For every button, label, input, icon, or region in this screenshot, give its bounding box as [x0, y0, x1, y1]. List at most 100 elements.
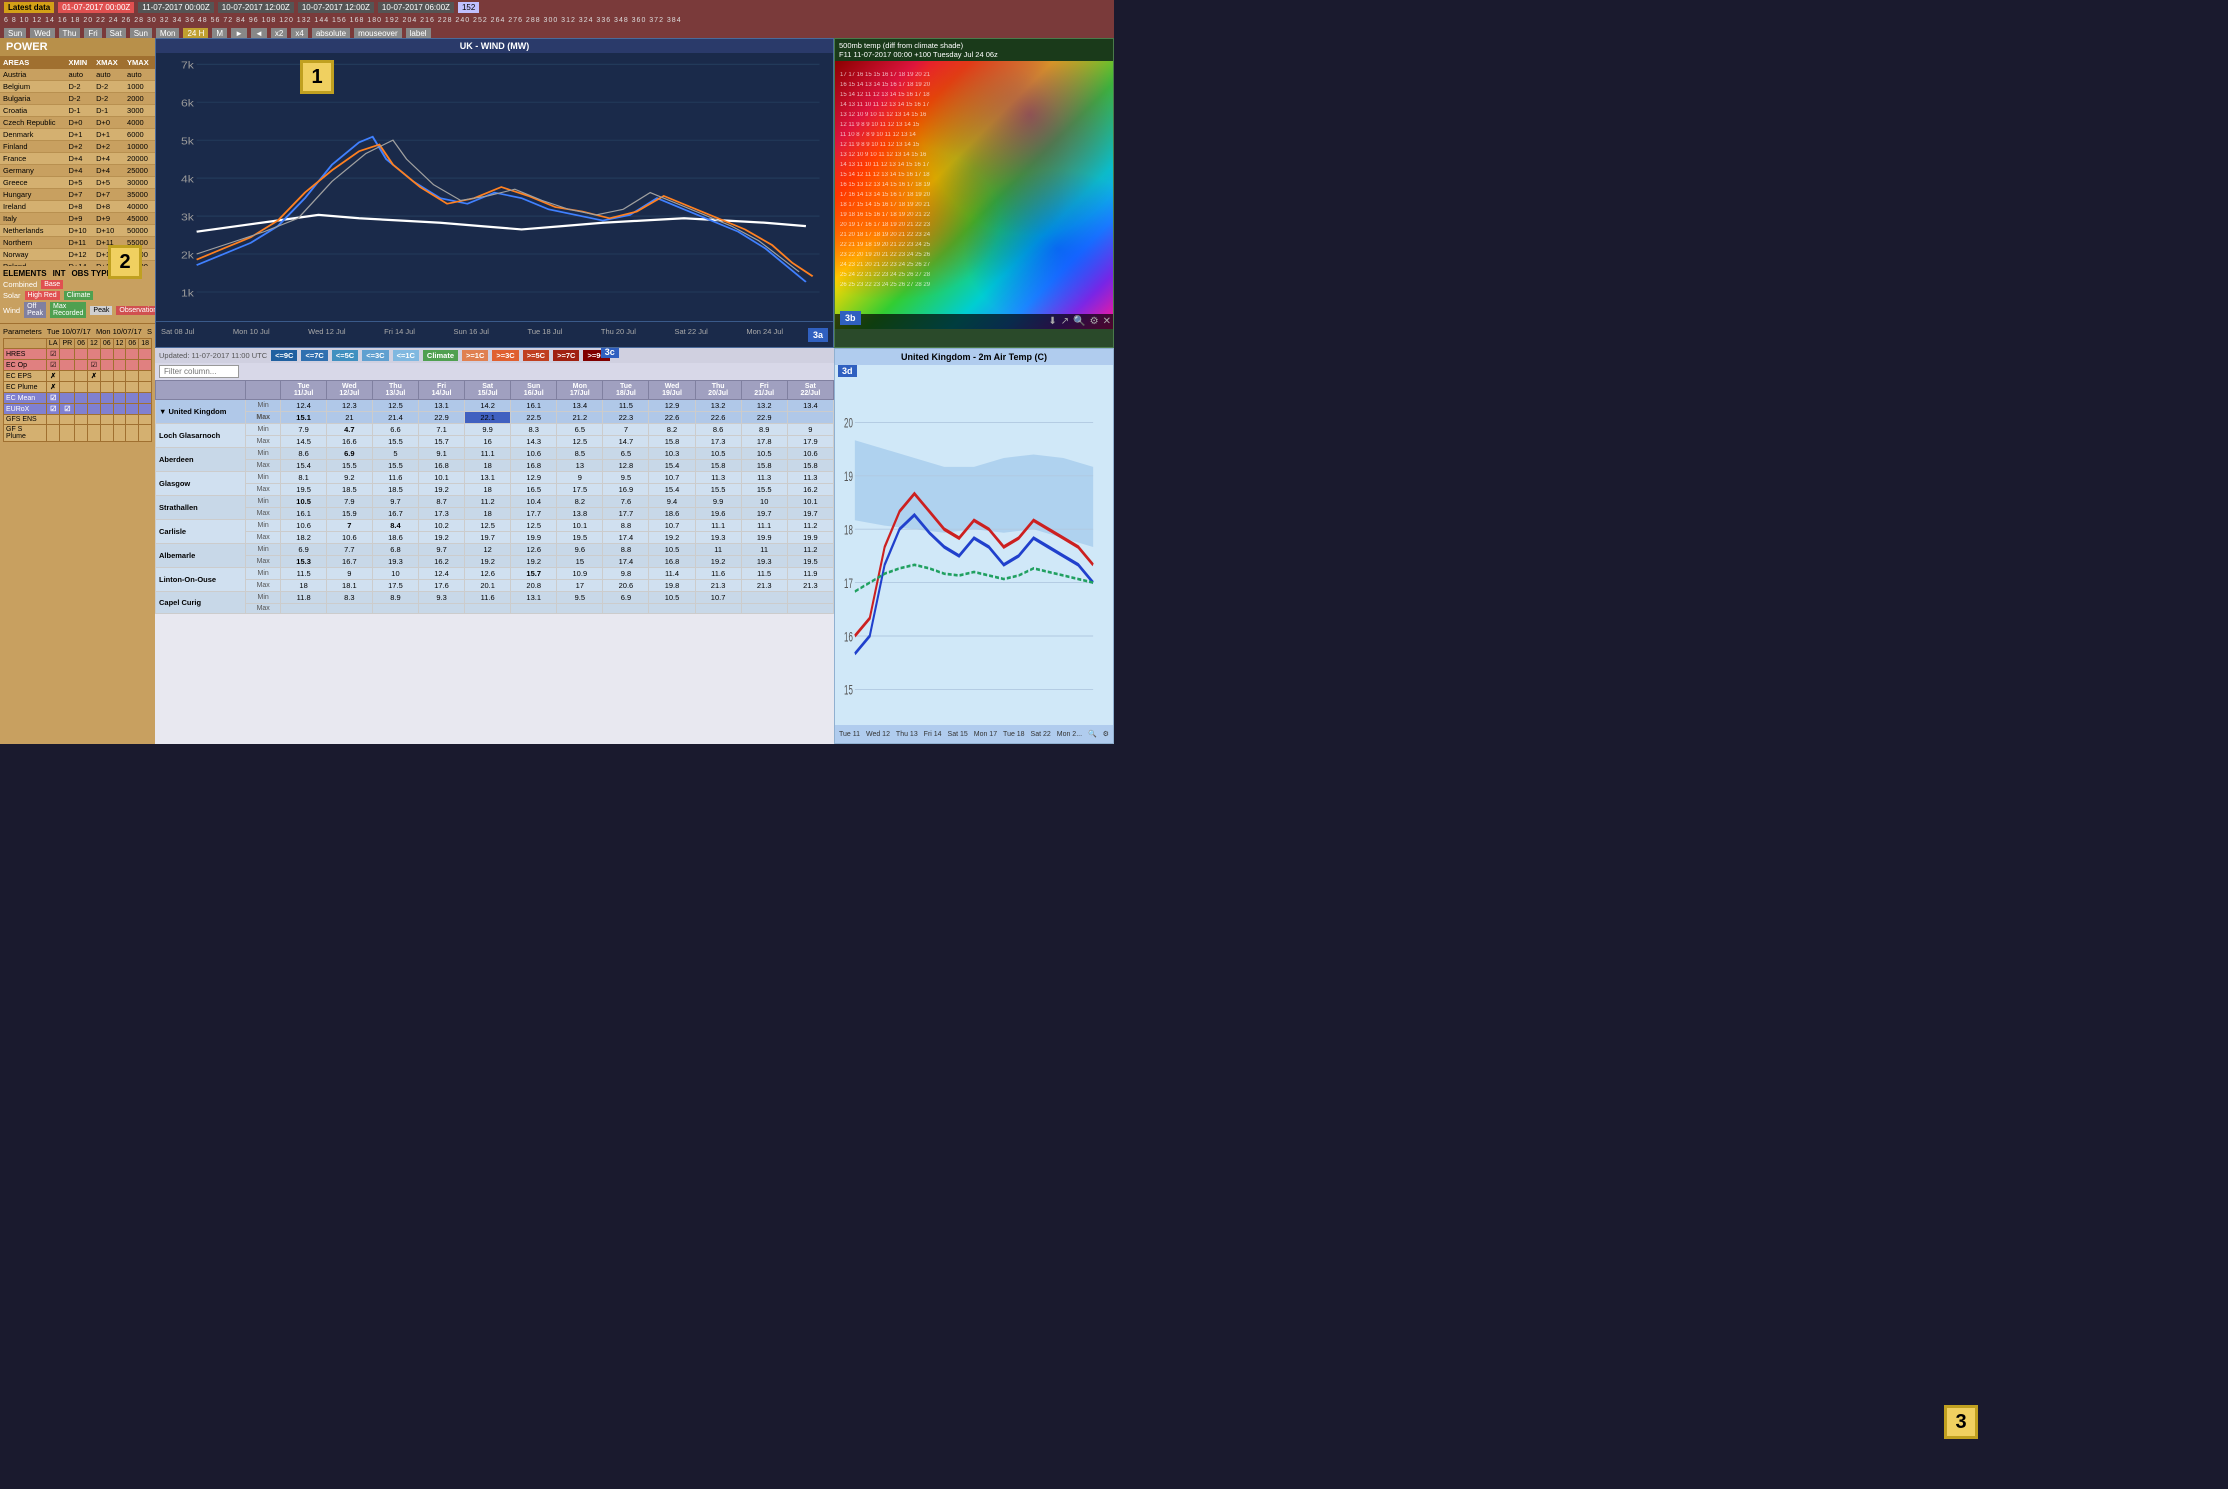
- table-row[interactable]: Max 14.516.615.515.71614.312.514.715.817…: [156, 436, 834, 448]
- model-row-gfsens[interactable]: GFS ENS: [4, 415, 152, 425]
- data-cell: 22.3: [603, 412, 649, 424]
- date-tue18: Tue18/Jul: [603, 381, 649, 400]
- table-row[interactable]: Max 19.518.518.519.21816.517.516.915.415…: [156, 484, 834, 496]
- table-row[interactable]: FranceD+4D+420000: [0, 153, 155, 165]
- model-name: GF S Plume: [4, 425, 47, 442]
- center-right: UK - WIND (MW) 7k 6k 5k: [155, 38, 1114, 744]
- badge-le5c[interactable]: <=5C: [332, 350, 358, 361]
- model-val: [100, 360, 113, 371]
- table-row[interactable]: Albemarle Min 6.97.76.89.71212.69.68.810…: [156, 544, 834, 556]
- areas-table: AREAS XMIN XMAX YMAX Austriaautoautoauto…: [0, 56, 155, 266]
- svg-text:13 12 10 9 10 11 12 13 14 15 1: 13 12 10 9 10 11 12 13 14 15 16: [840, 112, 927, 118]
- table-row[interactable]: GreeceD+5D+530000: [0, 177, 155, 189]
- badge-ge7c[interactable]: >=7C: [553, 350, 579, 361]
- element-solar[interactable]: Solar High Red Climate: [3, 291, 152, 300]
- badge-maxrec: Max Recorded: [50, 302, 86, 318]
- loc-name: Capel Curig: [156, 592, 246, 614]
- map-settings-icon[interactable]: ⚙: [1090, 316, 1099, 327]
- minmax: Min: [246, 520, 281, 532]
- svg-text:22 21 19 18 19 20 21 22 23 24: 22 21 19 18 19 20 21 22 23 24 25: [840, 242, 931, 248]
- table-row[interactable]: Carlisle Min 10.678.410.212.512.510.18.8…: [156, 520, 834, 532]
- table-row[interactable]: DenmarkD+1D+16000: [0, 129, 155, 141]
- badge-le7c[interactable]: <=7C: [301, 350, 327, 361]
- table-row[interactable]: FinlandD+2D+210000: [0, 141, 155, 153]
- footer-date-6: Mon 17: [974, 731, 997, 738]
- model-val: [113, 360, 126, 371]
- table-row[interactable]: Austriaautoautoauto: [0, 69, 155, 81]
- model-row-ecmean[interactable]: EC Mean ☑: [4, 393, 152, 404]
- map-close-icon[interactable]: ✕: [1103, 316, 1111, 327]
- model-val: [88, 393, 101, 404]
- model-val: [46, 425, 60, 442]
- temp-chart-zoom-icon[interactable]: 🔍: [1088, 730, 1097, 738]
- table-row[interactable]: Strathallen Min 10.57.99.78.711.210.48.2…: [156, 496, 834, 508]
- model-row-hres[interactable]: HRES ☑: [4, 349, 152, 360]
- table-row[interactable]: Max 16.115.916.717.31817.713.817.718.619…: [156, 508, 834, 520]
- data-table: Tue11/Jul Wed12/Jul Thu13/Jul Fri14/Jul …: [155, 380, 834, 614]
- date4[interactable]: 10-07-2017 06:00Z: [378, 2, 454, 13]
- model-row-ecop[interactable]: EC Op ☑ ☑: [4, 360, 152, 371]
- table-row[interactable]: CroatiaD-1D-13000: [0, 105, 155, 117]
- table-row[interactable]: Max 15.316.719.316.219.219.21517.416.819…: [156, 556, 834, 568]
- table-row[interactable]: BulgariaD-2D-22000: [0, 93, 155, 105]
- table-row[interactable]: Loch Glasarnoch Min 7.94.76.67.19.98.36.…: [156, 424, 834, 436]
- table-row[interactable]: Glasgow Min 8.19.211.610.113.112.999.510…: [156, 472, 834, 484]
- highlighted-num[interactable]: 152: [458, 2, 479, 13]
- element-combined[interactable]: Combined Base: [3, 280, 152, 289]
- svg-text:7k: 7k: [181, 61, 194, 72]
- table-row[interactable]: NetherlandsD+10D+1050000: [0, 225, 155, 237]
- model-row-gfsplume[interactable]: GF S Plume: [4, 425, 152, 442]
- data-cell: 12.5: [372, 400, 418, 412]
- charts-row: UK - WIND (MW) 7k 6k 5k: [155, 38, 1114, 348]
- model-val: [88, 349, 101, 360]
- model-val: [100, 425, 113, 442]
- chart-date-2: Mon 10 Jul: [233, 327, 270, 336]
- badge-ge1c[interactable]: >=1C: [462, 350, 488, 361]
- table-row[interactable]: ▼ United Kingdom Min 12.4 12.3 12.5 13.1…: [156, 400, 834, 412]
- svg-text:26 25 23 22 23 24 25 26 27 28: 26 25 23 22 23 24 25 26 27 28 29: [840, 282, 931, 288]
- table-row[interactable]: BelgiumD-2D-21000: [0, 81, 155, 93]
- table-row[interactable]: Max 15.1 21 21.4 22.9 22.1 22.5 21.2 22.…: [156, 412, 834, 424]
- model-row-ecplume[interactable]: EC Plume ✗: [4, 382, 152, 393]
- element-wind[interactable]: Wind Off Peak Max Recorded Peak Observat…: [3, 302, 152, 318]
- latest-data-label: Latest data: [4, 2, 54, 13]
- chart-date-6: Tue 18 Jul: [528, 327, 563, 336]
- areas-scroll[interactable]: AREAS XMIN XMAX YMAX Austriaautoautoauto…: [0, 56, 155, 266]
- date1[interactable]: 11-07-2017 00:00Z: [138, 2, 213, 13]
- badge-ge3c[interactable]: >=3C: [492, 350, 518, 361]
- model-val: [60, 415, 75, 425]
- data-cell: 12.3: [326, 400, 372, 412]
- table-row[interactable]: Aberdeen Min 8.66.959.111.110.68.56.510.…: [156, 448, 834, 460]
- table-row[interactable]: Linton-On-Ouse Min 11.591012.412.615.710…: [156, 568, 834, 580]
- table-row[interactable]: HungaryD+7D+735000: [0, 189, 155, 201]
- table-row[interactable]: IrelandD+8D+840000: [0, 201, 155, 213]
- table-row[interactable]: GermanyD+4D+425000: [0, 165, 155, 177]
- map-zoom-icon[interactable]: 🔍: [1073, 316, 1085, 327]
- model-val: [88, 382, 101, 393]
- table-row[interactable]: Czech RepublicD+0D+04000: [0, 117, 155, 129]
- footer-date-8: Sat 22: [1031, 731, 1051, 738]
- date3[interactable]: 10-07-2017 12:00Z: [298, 2, 374, 13]
- badge-le3c[interactable]: <=3C: [362, 350, 388, 361]
- badge-ge5c[interactable]: >=5C: [523, 350, 549, 361]
- table-row[interactable]: ItalyD+9D+945000: [0, 213, 155, 225]
- model-row-eceps[interactable]: EC EPS ✗ ✗: [4, 371, 152, 382]
- scrollable-table[interactable]: Tue11/Jul Wed12/Jul Thu13/Jul Fri14/Jul …: [155, 380, 834, 744]
- table-row[interactable]: Max 1818.117.517.620.120.81720.619.821.3…: [156, 580, 834, 592]
- model-row-eurox[interactable]: EURoX ☑ ☑: [4, 404, 152, 415]
- badge-le1c[interactable]: <=1C: [393, 350, 419, 361]
- map-share-icon[interactable]: ↗: [1061, 316, 1069, 327]
- minmax-uk: Min: [246, 400, 281, 412]
- filter-input[interactable]: [159, 365, 239, 378]
- badge-climate[interactable]: Climate: [423, 350, 458, 361]
- temp-chart-settings-icon[interactable]: ⚙: [1103, 730, 1109, 738]
- date2[interactable]: 10-07-2017 12:00Z: [218, 2, 294, 13]
- map-download-icon[interactable]: ⬇: [1048, 316, 1056, 327]
- badge-le9c[interactable]: <=9C: [271, 350, 297, 361]
- table-row[interactable]: Max: [156, 604, 834, 614]
- date-thu13: Thu13/Jul: [372, 381, 418, 400]
- table-row[interactable]: Max 15.415.515.516.81816.81312.815.415.8…: [156, 460, 834, 472]
- date-red[interactable]: 01-07-2017 00:00Z: [58, 2, 134, 13]
- table-row[interactable]: Max 18.210.618.619.219.719.919.517.419.2…: [156, 532, 834, 544]
- table-row[interactable]: Capel Curig Min 11.88.38.99.311.613.19.5…: [156, 592, 834, 604]
